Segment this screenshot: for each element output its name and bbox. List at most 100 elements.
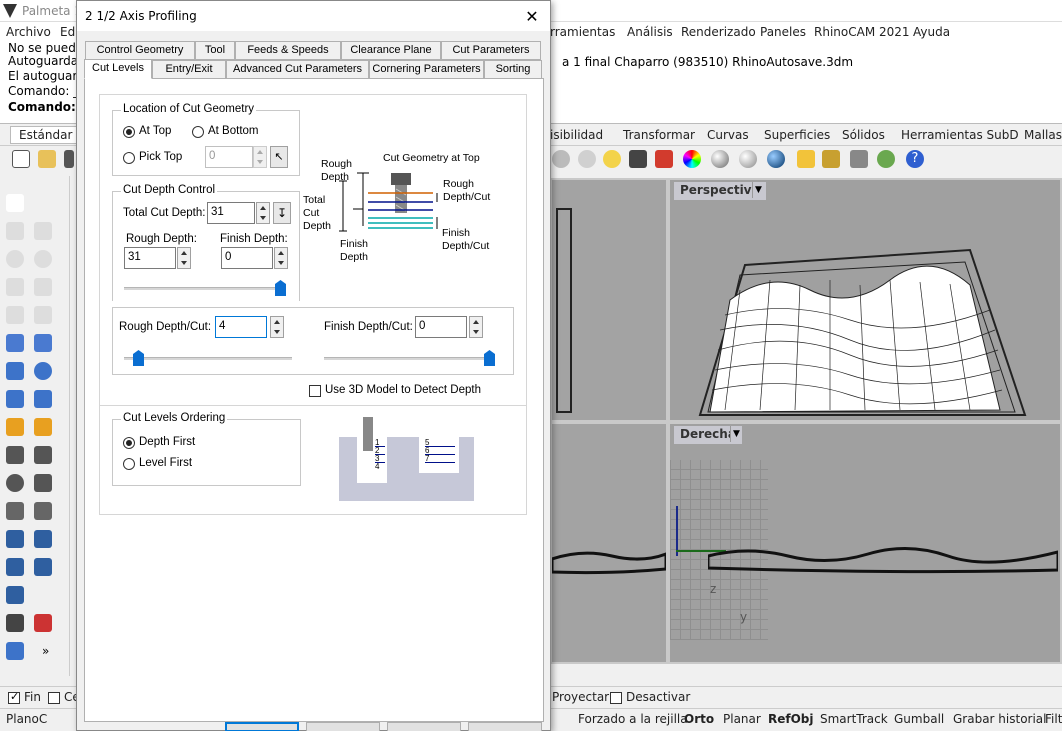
status-filtro[interactable]: Filt [1045, 712, 1062, 726]
rough-depth-per-cut-input[interactable]: 4 [215, 316, 267, 338]
at-bottom-label[interactable]: At Bottom [208, 125, 259, 137]
osnap-desactivar-checkbox[interactable] [610, 692, 622, 704]
viewport-menu-arrow-icon[interactable]: ▼ [730, 426, 742, 442]
menu-analisis[interactable]: Análisis [627, 25, 673, 39]
color-wheel-icon[interactable] [683, 150, 701, 168]
osnap-fin-checkbox[interactable]: ✓ [8, 690, 20, 704]
open-file-icon[interactable] [38, 150, 56, 168]
tab-superficies[interactable]: Superficies [764, 128, 830, 142]
viewport-top-left[interactable] [550, 178, 668, 422]
new-file-icon[interactable] [12, 150, 30, 168]
boolean-icon[interactable] [34, 418, 52, 436]
help-button[interactable] [468, 722, 542, 731]
at-bottom-radio[interactable] [192, 126, 204, 138]
split-icon[interactable] [34, 446, 52, 464]
cancel-button[interactable] [306, 722, 380, 731]
ok-button[interactable] [225, 722, 299, 731]
sphere-icon[interactable] [711, 150, 729, 168]
dimension-icon[interactable] [34, 530, 52, 548]
loft-icon[interactable] [34, 334, 52, 352]
pick-top-label[interactable]: Pick Top [139, 151, 182, 163]
menu-rhinocam[interactable]: RhinoCAM 2021 [814, 25, 910, 39]
tab-visibilidad[interactable]: isibilidad [550, 128, 603, 142]
status-gumball[interactable]: Gumball [894, 712, 944, 726]
rough-finish-slider-thumb[interactable] [275, 280, 286, 296]
move-icon[interactable] [34, 502, 52, 520]
level-first-label[interactable]: Level First [139, 457, 192, 469]
ellipse-icon[interactable] [34, 250, 52, 268]
tab-cut-levels[interactable]: Cut Levels [84, 59, 152, 79]
use-3d-model-checkbox[interactable] [309, 385, 321, 397]
depth-first-radio[interactable] [123, 437, 135, 449]
plugin-icon[interactable] [877, 150, 895, 168]
menu-renderizado[interactable]: Renderizado [681, 25, 756, 39]
viewport-front[interactable] [550, 422, 668, 664]
finish-depth-per-cut-input[interactable]: 0 [415, 316, 467, 338]
arc-icon[interactable] [6, 278, 24, 296]
mirror-icon[interactable] [34, 558, 52, 576]
tab-tool[interactable]: Tool [195, 41, 235, 60]
eye-icon[interactable] [552, 150, 570, 168]
viewport-perspective[interactable]: Perspectiva ▼ [668, 178, 1062, 422]
status-planoc[interactable]: PlanoC [6, 712, 47, 726]
tab-transformar[interactable]: Transformar [623, 128, 695, 142]
tab-estandar[interactable]: Estándar [10, 126, 82, 144]
osnap-cerca-checkbox[interactable] [48, 692, 60, 704]
apply-button[interactable] [387, 722, 461, 731]
viewport-right[interactable]: Derecha ▼ z y [668, 422, 1062, 664]
curve-icon[interactable] [34, 222, 52, 240]
points-icon[interactable] [34, 614, 52, 632]
finish-depth-per-cut-slider-track[interactable] [324, 357, 492, 360]
trim-icon[interactable] [6, 446, 24, 464]
more-tools-icon[interactable]: » [42, 644, 49, 658]
menu-paneles[interactable]: Paneles [760, 25, 806, 39]
visibility-icon[interactable] [578, 150, 596, 168]
pick-top-radio[interactable] [123, 152, 135, 164]
at-top-radio[interactable] [123, 126, 135, 138]
tab-sorting[interactable]: Sorting [484, 60, 542, 79]
total-cut-depth-stepper[interactable] [256, 202, 270, 224]
pick-cursor-icon[interactable]: ↖ [270, 146, 288, 168]
solid-sphere-icon[interactable] [34, 362, 52, 380]
tab-cut-parameters[interactable]: Cut Parameters [441, 41, 541, 60]
fillet-icon[interactable] [34, 306, 52, 324]
rough-depth-per-cut-slider-thumb[interactable] [133, 350, 144, 366]
menu-edicion[interactable]: Ed [60, 25, 75, 39]
finish-depth-stepper[interactable] [274, 247, 288, 269]
tab-entry-exit[interactable]: Entry/Exit [152, 60, 226, 79]
tab-herramientas-subd[interactable]: Herramientas SubD [901, 128, 1019, 142]
use-3d-model-label[interactable]: Use 3D Model to Detect Depth [325, 384, 481, 396]
total-cut-depth-input[interactable]: 31 [207, 202, 255, 224]
render-sphere-icon[interactable] [767, 150, 785, 168]
analysis-icon[interactable] [6, 642, 24, 660]
close-icon[interactable]: ✕ [522, 7, 542, 26]
level-first-radio[interactable] [123, 458, 135, 470]
menu-ayuda[interactable]: Ayuda [913, 25, 950, 39]
grid-icon[interactable] [6, 614, 24, 632]
status-grabar-historial[interactable]: Grabar historial [953, 712, 1047, 726]
material-icon[interactable] [655, 150, 673, 168]
polygon-icon[interactable] [6, 306, 24, 324]
lock-icon[interactable] [629, 150, 647, 168]
group-icon[interactable] [6, 474, 24, 492]
pick-depth-icon[interactable]: ↧ [273, 202, 291, 224]
help-icon[interactable]: ? [906, 150, 924, 168]
status-forzado-rejilla[interactable]: Forzado a la rejilla [578, 712, 688, 726]
finish-depth-per-cut-stepper[interactable] [469, 316, 483, 338]
transform-icon[interactable] [6, 418, 24, 436]
rectangle-icon[interactable] [34, 278, 52, 296]
surface-icon[interactable] [6, 334, 24, 352]
block-icon[interactable] [6, 586, 24, 604]
tab-feeds-speeds[interactable]: Feeds & Speeds [235, 41, 341, 60]
circle-icon[interactable] [6, 250, 24, 268]
osnap-proyectar-label[interactable]: Proyectar [552, 690, 609, 704]
snap-icon[interactable] [850, 150, 868, 168]
status-orto[interactable]: Orto [684, 712, 714, 726]
status-planar[interactable]: Planar [723, 712, 761, 726]
tab-clearance-plane[interactable]: Clearance Plane [341, 41, 441, 60]
menu-herramientas[interactable]: rramientas [550, 25, 615, 39]
rough-depth-per-cut-stepper[interactable] [270, 316, 284, 338]
rotate-icon[interactable] [6, 502, 24, 520]
rough-finish-slider-track[interactable] [124, 287, 280, 290]
rough-depth-stepper[interactable] [177, 247, 191, 269]
